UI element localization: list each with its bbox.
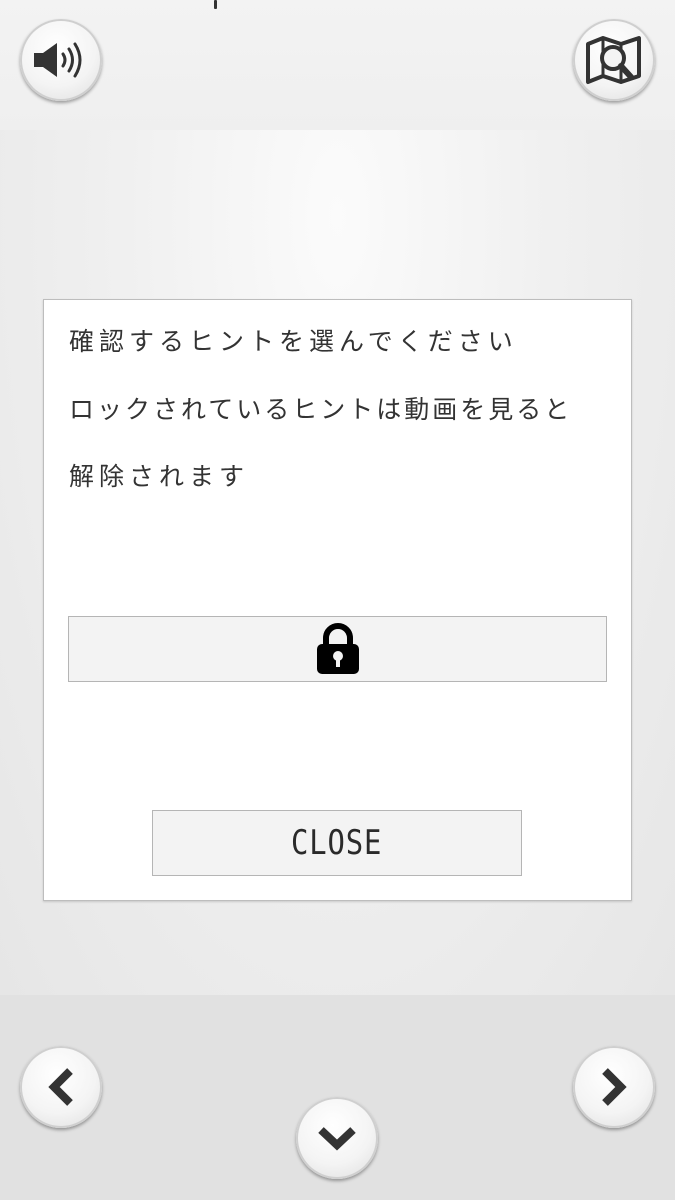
next-view-button[interactable]: [573, 1046, 655, 1128]
map-button[interactable]: [573, 19, 655, 101]
locked-hint-button[interactable]: [68, 616, 607, 682]
dialog-message-line: ロックされているヒントは動画を見ると: [69, 395, 573, 424]
room-detail-mark: [214, 0, 217, 9]
dialog-message-line: 解除されます: [69, 462, 250, 491]
map-search-icon: [586, 36, 641, 84]
dialog-message-line: 確認するヒントを選んでください: [69, 327, 518, 356]
sound-button[interactable]: [20, 19, 102, 101]
previous-view-button[interactable]: [20, 1046, 102, 1128]
chevron-down-icon: [318, 1127, 356, 1151]
chevron-left-icon: [48, 1068, 73, 1106]
close-button[interactable]: CLOSE: [152, 810, 522, 876]
lock-icon: [316, 623, 359, 674]
speaker-icon: [34, 42, 82, 78]
back-down-button[interactable]: [296, 1097, 378, 1179]
game-screen: 確認するヒントを選んでください ロックされているヒントは動画を見ると 解除されま…: [0, 0, 675, 1200]
hint-dialog: 確認するヒントを選んでください ロックされているヒントは動画を見ると 解除されま…: [43, 299, 632, 901]
chevron-right-icon: [602, 1068, 627, 1106]
close-button-label: CLOSE: [291, 823, 383, 863]
